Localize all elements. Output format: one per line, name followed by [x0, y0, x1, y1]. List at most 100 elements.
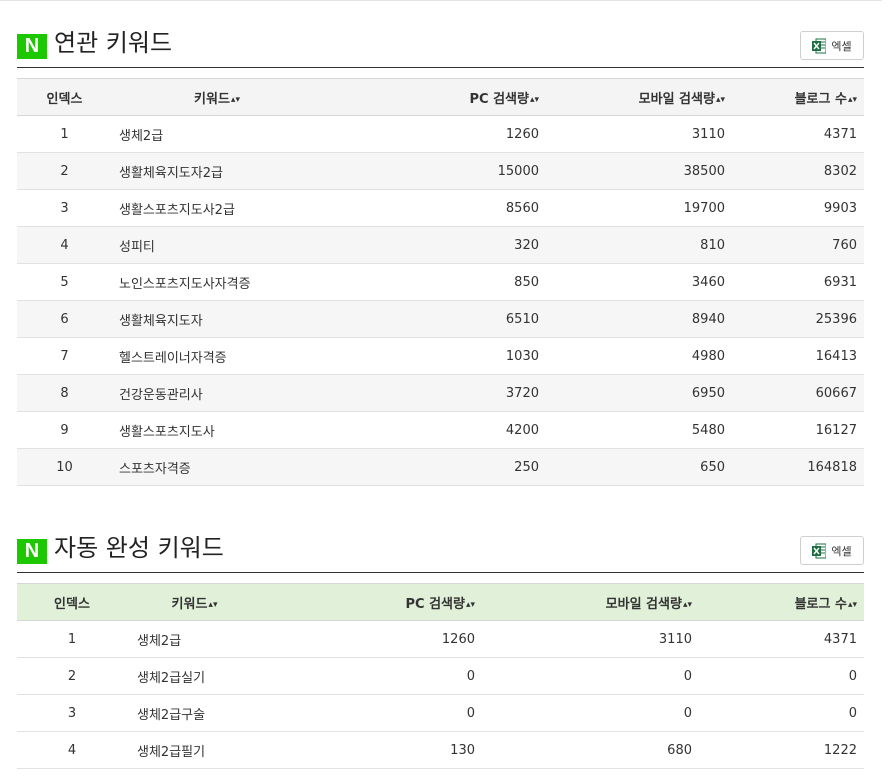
- index-cell: 3: [17, 694, 127, 732]
- keyword-column-header[interactable]: 키워드▴▾: [127, 583, 262, 621]
- index-cell: 1: [17, 620, 127, 658]
- blog-count-cell: 25396: [725, 300, 864, 338]
- blog-count-cell: 0: [692, 694, 864, 732]
- blog-count-cell: 1222: [692, 731, 864, 769]
- pc-volume-cell: 3720: [322, 374, 539, 412]
- table-row: 2 생체2급실기 0 0 0: [17, 657, 864, 695]
- index-cell: 7: [17, 337, 112, 375]
- mobile-volume-cell: 4980: [539, 337, 725, 375]
- keyword-cell: 생활체육지도자: [112, 300, 322, 338]
- mobile-volume-cell: 650: [539, 448, 725, 486]
- naver-logo-icon: N: [17, 34, 47, 59]
- sort-icon: ▴▾: [529, 94, 539, 105]
- pc-volume-cell: 6510: [322, 300, 539, 338]
- pc-column-header[interactable]: PC 검색량▴▾: [262, 583, 475, 621]
- blog-count-cell: 60667: [725, 374, 864, 412]
- sort-icon: ▴▾: [847, 599, 857, 610]
- table-row: 1 생체2급 1260 3110 4371: [17, 115, 864, 153]
- blog-count-cell: 0: [692, 657, 864, 695]
- keyword-cell: 생체2급구술: [127, 694, 262, 732]
- blog-count-cell: 8302: [725, 152, 864, 190]
- keyword-cell: 스포츠자격증: [112, 448, 322, 486]
- pc-column-header[interactable]: PC 검색량▴▾: [322, 78, 539, 116]
- mobile-volume-cell: 3110: [475, 620, 692, 658]
- table-row: 4 생체2급필기 130 680 1222: [17, 731, 864, 769]
- mobile-column-header[interactable]: 모바일 검색량▴▾: [539, 78, 725, 116]
- pc-volume-cell: 0: [262, 694, 475, 732]
- related-keywords-section: N 연관 키워드 엑셀 인덱스 키워드▴▾ PC 검색량▴▾ 모바일 검색량▴▾: [17, 26, 864, 486]
- table-row: 5 노인스포츠지도사자격증 850 3460 6931: [17, 263, 864, 301]
- blog-count-cell: 4371: [692, 620, 864, 658]
- table-row: 3 생체2급구술 0 0 0: [17, 694, 864, 732]
- mobile-volume-cell: 3460: [539, 263, 725, 301]
- pc-volume-cell: 1030: [322, 337, 539, 375]
- pc-volume-cell: 1260: [262, 620, 475, 658]
- table-header-row: 인덱스 키워드▴▾ PC 검색량▴▾ 모바일 검색량▴▾ 블로그 수▴▾: [17, 78, 864, 116]
- mobile-volume-cell: 38500: [539, 152, 725, 190]
- mobile-volume-cell: 19700: [539, 189, 725, 227]
- table-row: 3 생활스포츠지도사2급 8560 19700 9903: [17, 189, 864, 227]
- blog-count-cell: 760: [725, 226, 864, 264]
- sort-icon: ▴▾: [208, 599, 218, 610]
- keyword-column-header[interactable]: 키워드▴▾: [112, 78, 322, 116]
- autocomplete-keywords-body: 1 생체2급 1260 3110 4371 2 생체2급실기 0 0 0 3 생체2급구술 0 0 0 4 생체…: [17, 620, 864, 769]
- index-cell: 2: [17, 657, 127, 695]
- blog-count-cell: 164818: [725, 448, 864, 486]
- sort-icon: ▴▾: [682, 599, 692, 610]
- mobile-volume-cell: 8940: [539, 300, 725, 338]
- mobile-volume-cell: 3110: [539, 115, 725, 153]
- pc-volume-cell: 15000: [322, 152, 539, 190]
- table-row: 2 생활체육지도자2급 15000 38500 8302: [17, 152, 864, 190]
- keyword-cell: 생체2급: [127, 620, 262, 658]
- sort-icon: ▴▾: [465, 599, 475, 610]
- table-row: 9 생활스포츠지도사 4200 5480 16127: [17, 411, 864, 449]
- pc-volume-cell: 8560: [322, 189, 539, 227]
- related-keywords-table: 인덱스 키워드▴▾ PC 검색량▴▾ 모바일 검색량▴▾ 블로그 수▴▾ 1 생체…: [17, 78, 864, 486]
- mobile-volume-cell: 6950: [539, 374, 725, 412]
- table-row: 6 생활체육지도자 6510 8940 25396: [17, 300, 864, 338]
- keyword-cell: 생활스포츠지도사2급: [112, 189, 322, 227]
- mobile-column-header[interactable]: 모바일 검색량▴▾: [475, 583, 692, 621]
- keyword-cell: 생체2급실기: [127, 657, 262, 695]
- blog-count-cell: 4371: [725, 115, 864, 153]
- index-cell: 6: [17, 300, 112, 338]
- autocomplete-keywords-title: 자동 완성 키워드: [54, 534, 224, 562]
- naver-logo-icon: N: [17, 539, 47, 564]
- mobile-volume-cell: 0: [475, 657, 692, 695]
- excel-icon: [812, 38, 827, 53]
- mobile-volume-cell: 0: [475, 694, 692, 732]
- keyword-cell: 생활스포츠지도사: [112, 411, 322, 449]
- table-row: 1 생체2급 1260 3110 4371: [17, 620, 864, 658]
- index-column-header: 인덱스: [17, 583, 127, 621]
- index-cell: 4: [17, 731, 127, 769]
- sort-icon: ▴▾: [715, 94, 725, 105]
- excel-export-button[interactable]: 엑셀: [800, 31, 864, 60]
- index-cell: 5: [17, 263, 112, 301]
- mobile-volume-cell: 680: [475, 731, 692, 769]
- related-keywords-title: 연관 키워드: [54, 29, 173, 57]
- excel-export-button[interactable]: 엑셀: [800, 536, 864, 565]
- blog-column-header[interactable]: 블로그 수▴▾: [692, 583, 864, 621]
- index-cell: 9: [17, 411, 112, 449]
- table-row: 4 성피티 320 810 760: [17, 226, 864, 264]
- related-keywords-header: N 연관 키워드 엑셀: [17, 26, 864, 68]
- pc-volume-cell: 130: [262, 731, 475, 769]
- mobile-volume-cell: 5480: [539, 411, 725, 449]
- autocomplete-keywords-header: N 자동 완성 키워드 엑셀: [17, 531, 864, 573]
- index-cell: 4: [17, 226, 112, 264]
- pc-volume-cell: 320: [322, 226, 539, 264]
- blog-column-header[interactable]: 블로그 수▴▾: [725, 78, 864, 116]
- pc-volume-cell: 0: [262, 657, 475, 695]
- blog-count-cell: 16413: [725, 337, 864, 375]
- sort-icon: ▴▾: [230, 94, 240, 105]
- keyword-cell: 성피티: [112, 226, 322, 264]
- mobile-volume-cell: 810: [539, 226, 725, 264]
- keyword-cell: 헬스트레이너자격증: [112, 337, 322, 375]
- top-divider: [0, 0, 882, 1]
- excel-icon: [812, 543, 827, 558]
- table-row: 7 헬스트레이너자격증 1030 4980 16413: [17, 337, 864, 375]
- keyword-cell: 생활체육지도자2급: [112, 152, 322, 190]
- blog-count-cell: 6931: [725, 263, 864, 301]
- table-row: 10 스포츠자격증 250 650 164818: [17, 448, 864, 486]
- excel-label: 엑셀: [831, 39, 852, 53]
